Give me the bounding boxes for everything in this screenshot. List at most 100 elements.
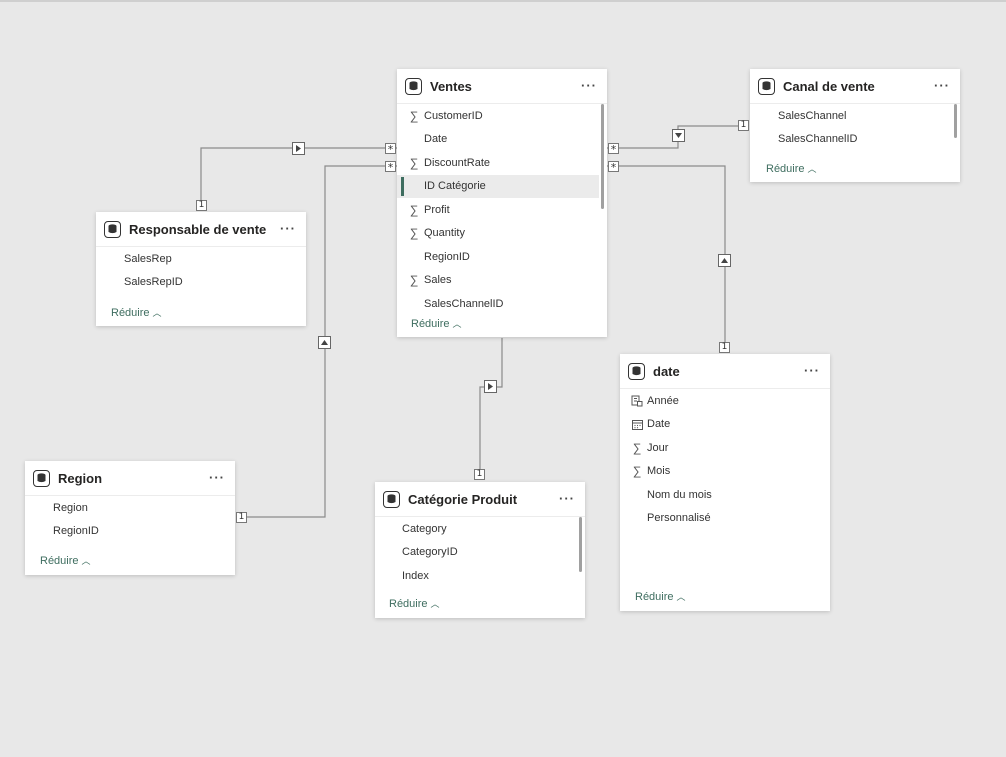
table-header-region[interactable]: Region ··· <box>25 461 235 496</box>
collapse-button[interactable]: Réduire ︿ <box>411 317 462 330</box>
field-list: SalesRep SalesRepID <box>96 247 306 294</box>
field-date[interactable]: Date <box>620 413 830 437</box>
field-label: Personnalisé <box>647 512 711 525</box>
collapse-label: Réduire <box>40 555 79 567</box>
scrollbar[interactable] <box>601 104 604 209</box>
field-profit[interactable]: ∑ Profit <box>397 198 607 222</box>
table-header-ventes[interactable]: Ventes ··· <box>397 69 607 104</box>
chevron-up-icon: ︿ <box>81 556 91 566</box>
cardinality-one-marker: 1 <box>738 120 749 131</box>
field-label: Quantity <box>424 227 465 240</box>
field-salesrep[interactable]: SalesRep <box>96 247 306 271</box>
more-options-icon[interactable]: ··· <box>559 491 575 506</box>
table-header-date[interactable]: date ··· <box>620 354 830 389</box>
field-list: Region RegionID <box>25 496 235 543</box>
field-saleschannelid[interactable]: SalesChannelID <box>397 292 607 316</box>
chevron-up-icon: ︿ <box>152 308 162 318</box>
field-id-categorie[interactable]: ID Catégorie <box>397 174 599 198</box>
collapse-label: Réduire <box>411 318 450 330</box>
table-header-canal[interactable]: Canal de vente ··· <box>750 69 960 104</box>
field-categoryid[interactable]: CategoryID <box>375 541 585 565</box>
filter-direction-right-icon[interactable] <box>292 142 305 155</box>
table-header-categorie[interactable]: Catégorie Produit ··· <box>375 482 585 517</box>
field-customerid[interactable]: ∑ CustomerID <box>397 104 607 128</box>
more-options-icon[interactable]: ··· <box>581 78 597 93</box>
field-saleschannel[interactable]: SalesChannel <box>750 104 960 128</box>
field-label: Category <box>402 522 447 535</box>
collapse-button[interactable]: Réduire ︿ <box>766 162 817 175</box>
collapse-button[interactable]: Réduire ︿ <box>111 306 162 319</box>
more-options-icon[interactable]: ··· <box>209 470 225 485</box>
field-saleschannelid[interactable]: SalesChannelID <box>750 128 960 152</box>
calendar-icon <box>630 419 644 430</box>
field-personnalise[interactable]: Personnalisé <box>620 507 830 531</box>
field-label: Nom du mois <box>647 488 712 501</box>
table-title: Responsable de vente <box>129 221 267 237</box>
field-regionid[interactable]: RegionID <box>25 520 235 544</box>
table-card-ventes[interactable]: Ventes ··· ∑ CustomerID Date ∑ DiscountRat… <box>397 69 607 337</box>
field-quantity[interactable]: ∑ Quantity <box>397 222 607 246</box>
cardinality-one-marker: 1 <box>236 512 247 523</box>
field-category[interactable]: Category <box>375 517 585 541</box>
field-salesrepid[interactable]: SalesRepID <box>96 271 306 295</box>
table-title: Catégorie Produit <box>408 491 518 507</box>
field-label: CategoryID <box>402 546 458 559</box>
database-icon <box>758 77 775 95</box>
collapse-button[interactable]: Réduire ︿ <box>40 554 91 567</box>
table-title: date <box>653 363 680 379</box>
field-label: Mois <box>647 465 671 478</box>
field-sales[interactable]: ∑ Sales <box>397 269 607 293</box>
field-date[interactable]: Date <box>397 128 607 152</box>
cardinality-one-marker: 1 <box>474 469 485 480</box>
field-label: ID Catégorie <box>424 180 486 193</box>
field-label: SalesChannelID <box>424 297 504 310</box>
chevron-up-icon: ︿ <box>452 319 462 329</box>
cardinality-many-marker: * <box>608 143 619 155</box>
field-annee[interactable]: Année <box>620 389 830 413</box>
table-title: Region <box>58 470 103 486</box>
database-icon <box>104 220 121 238</box>
field-discountrate[interactable]: ∑ DiscountRate <box>397 151 607 175</box>
field-region[interactable]: Region <box>25 496 235 520</box>
table-card-categorie-produit[interactable]: Catégorie Produit ··· Category CategoryI… <box>375 482 585 618</box>
field-label: Region <box>53 501 88 514</box>
field-regionid[interactable]: RegionID <box>397 245 607 269</box>
sum-icon: ∑ <box>632 440 642 455</box>
cardinality-one-marker: 1 <box>196 200 207 211</box>
cardinality-many-marker: * <box>608 161 619 173</box>
chevron-up-icon: ︿ <box>807 164 817 174</box>
field-nom-du-mois[interactable]: Nom du mois <box>620 483 830 507</box>
filter-direction-up-icon[interactable] <box>318 336 331 349</box>
more-options-icon[interactable]: ··· <box>280 221 296 236</box>
collapse-button[interactable]: Réduire ︿ <box>389 597 440 610</box>
field-label: DiscountRate <box>424 156 491 169</box>
field-mois[interactable]: ∑ Mois <box>620 460 830 484</box>
cardinality-one-marker: 1 <box>719 342 730 353</box>
scrollbar[interactable] <box>579 517 582 572</box>
field-jour[interactable]: ∑ Jour <box>620 436 830 460</box>
filter-direction-up-icon[interactable] <box>718 254 731 267</box>
rel-line-responsable <box>200 147 397 205</box>
database-icon <box>628 362 645 380</box>
filter-direction-down-icon[interactable] <box>672 129 685 142</box>
filter-direction-right-icon[interactable] <box>484 380 497 393</box>
table-card-canal-de-vente[interactable]: Canal de vente ··· SalesChannel SalesCha… <box>750 69 960 182</box>
collapse-label: Réduire <box>389 598 428 610</box>
field-label: SalesChannelID <box>778 133 858 146</box>
table-card-region[interactable]: Region ··· Region RegionID Réduire ︿ <box>25 461 235 575</box>
chevron-up-icon: ︿ <box>430 599 440 609</box>
hierarchy-icon <box>630 395 644 407</box>
database-icon <box>383 490 400 508</box>
rel-line-date <box>607 165 726 347</box>
table-card-date[interactable]: date ··· Année Date ∑ Jour ∑ Mois Nom du m… <box>620 354 830 611</box>
field-label: Date <box>424 133 448 146</box>
field-label: Jour <box>647 441 669 454</box>
table-header-responsable[interactable]: Responsable de vente ··· <box>96 212 306 247</box>
field-label: Profit <box>424 203 450 216</box>
scrollbar[interactable] <box>954 104 957 138</box>
field-index[interactable]: Index <box>375 564 585 588</box>
collapse-button[interactable]: Réduire ︿ <box>635 590 686 603</box>
table-card-responsable-de-vente[interactable]: Responsable de vente ··· SalesRep SalesR… <box>96 212 306 326</box>
more-options-icon[interactable]: ··· <box>934 78 950 93</box>
more-options-icon[interactable]: ··· <box>804 363 820 378</box>
